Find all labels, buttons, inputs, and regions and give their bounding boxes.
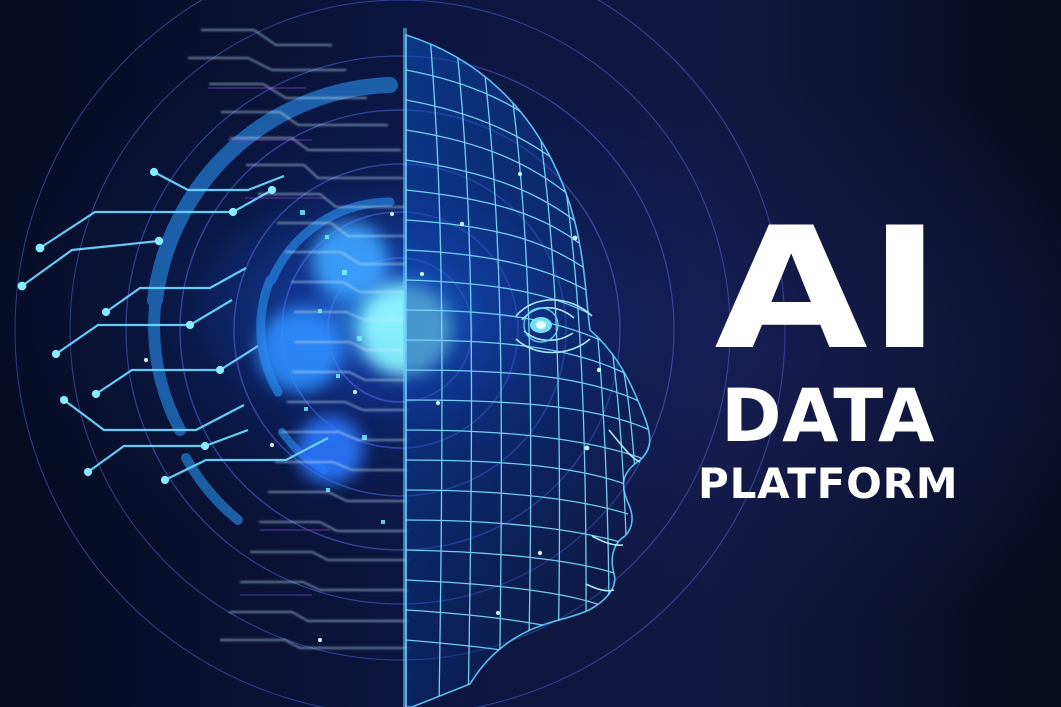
headline-group: AI DATA PLATFORM bbox=[698, 205, 959, 508]
headline-ai: AI bbox=[714, 191, 942, 387]
headline-platform: PLATFORM bbox=[698, 458, 959, 508]
headline-data: DATA bbox=[720, 373, 936, 459]
hero-banner: AI DATA PLATFORM bbox=[0, 0, 1061, 707]
